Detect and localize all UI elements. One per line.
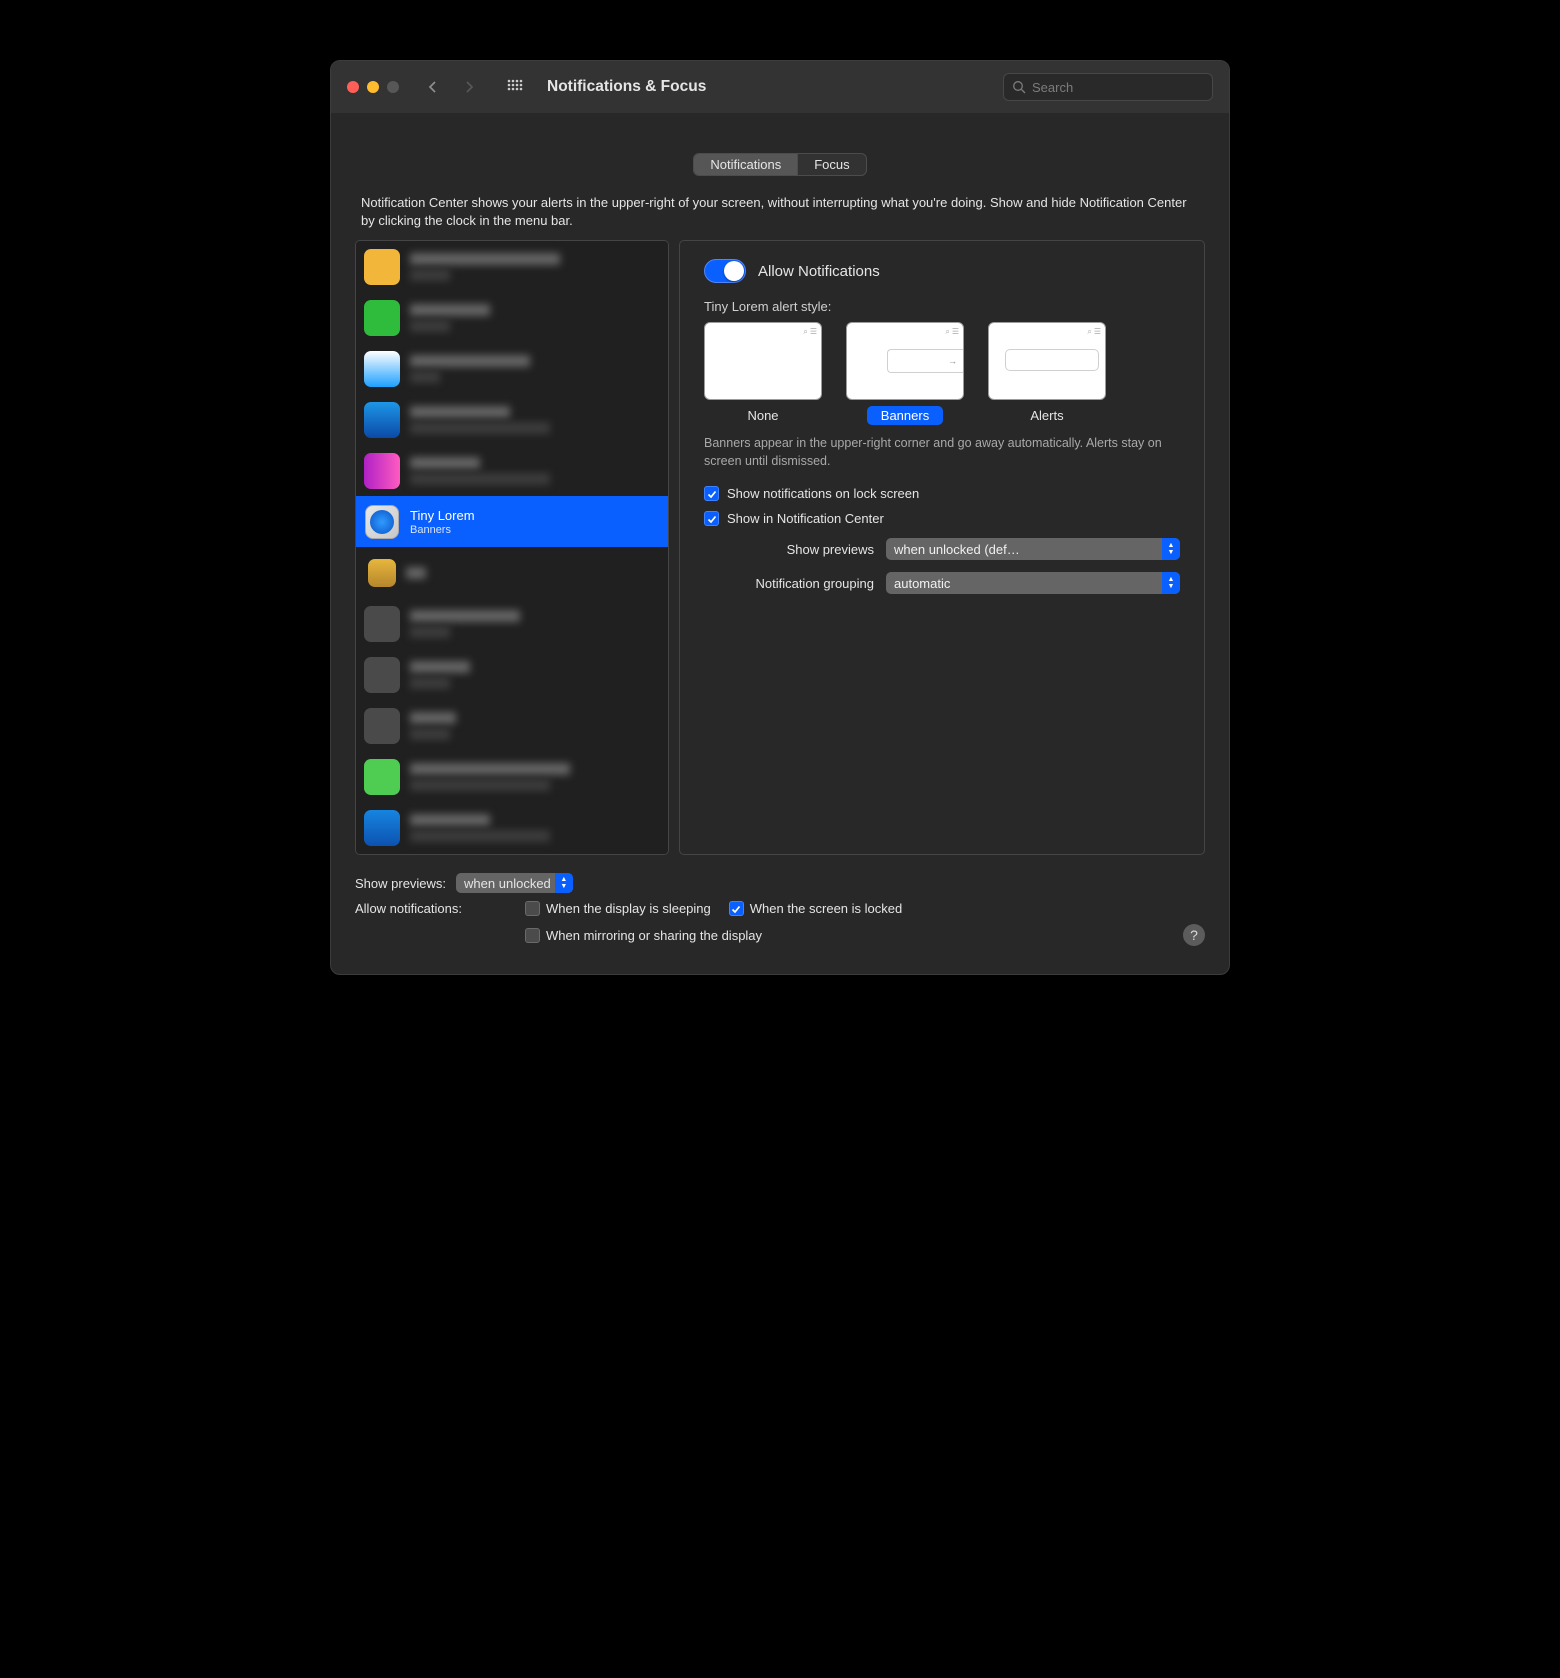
app-icon <box>364 249 400 285</box>
toolbar: Notifications & Focus Search <box>331 61 1229 113</box>
chevron-updown-icon: ▲▼ <box>1165 572 1177 594</box>
window-controls <box>347 81 399 93</box>
allow-notifications-toggle[interactable] <box>704 259 746 283</box>
app-icon <box>364 708 400 744</box>
chevron-updown-icon: ▲▼ <box>558 873 570 893</box>
selected-app-name: Tiny Lorem <box>410 508 475 523</box>
list-item[interactable] <box>356 445 668 496</box>
preferences-window: Notifications & Focus Search Notificatio… <box>330 60 1230 975</box>
allow-notifications-label: Allow Notifications <box>758 263 880 280</box>
list-item[interactable] <box>356 343 668 394</box>
help-button[interactable]: ? <box>1183 924 1205 946</box>
when-mirroring-checkbox[interactable]: When mirroring or sharing the display <box>525 928 762 943</box>
allow-notifications-when-label: Allow notifications: <box>355 901 515 916</box>
show-all-button[interactable] <box>501 73 529 101</box>
notification-grouping-label: Notification grouping <box>704 576 874 591</box>
list-item[interactable] <box>356 598 668 649</box>
detail-panel: Allow Notifications Tiny Lorem alert sty… <box>679 240 1205 855</box>
app-icon <box>364 300 400 336</box>
app-icon <box>364 810 400 846</box>
content: Notifications Focus Notification Center … <box>331 113 1229 974</box>
list-item[interactable] <box>356 394 668 445</box>
show-previews-label: Show previews <box>704 542 874 557</box>
list-item[interactable] <box>356 241 668 292</box>
forward-button[interactable] <box>455 73 483 101</box>
segmented-tabs: Notifications Focus <box>355 153 1205 176</box>
intro-text: Notification Center shows your alerts in… <box>355 194 1205 230</box>
when-screen-locked-checkbox[interactable]: When the screen is locked <box>729 901 902 916</box>
close-window-button[interactable] <box>347 81 359 93</box>
window-title: Notifications & Focus <box>547 78 995 96</box>
app-icon <box>364 351 400 387</box>
zoom-window-button[interactable] <box>387 81 399 93</box>
list-item[interactable] <box>356 649 668 700</box>
app-icon <box>364 759 400 795</box>
alert-style-label: Tiny Lorem alert style: <box>704 299 1180 314</box>
list-item-selected[interactable]: Tiny Lorem Banners <box>356 496 668 547</box>
show-previews-select[interactable]: when unlocked (def… ▲▼ <box>886 538 1180 560</box>
app-icon <box>364 606 400 642</box>
search-icon <box>1012 80 1026 94</box>
app-list[interactable]: Tiny Lorem Banners <box>355 240 669 855</box>
chevron-updown-icon: ▲▼ <box>1165 538 1177 560</box>
list-item[interactable] <box>356 853 668 855</box>
back-button[interactable] <box>419 73 447 101</box>
tab-notifications[interactable]: Notifications <box>694 154 798 175</box>
alert-style-none[interactable]: ⌕☰ None <box>704 322 822 425</box>
search-placeholder: Search <box>1032 80 1073 95</box>
alert-style-alerts[interactable]: ⌕☰ Alerts <box>988 322 1106 425</box>
alert-style-description: Banners appear in the upper-right corner… <box>704 435 1180 470</box>
global-settings: Show previews: when unlocked ▲▼ Allow no… <box>355 873 1205 946</box>
global-show-previews-select[interactable]: when unlocked ▲▼ <box>456 873 573 893</box>
list-item[interactable] <box>356 547 668 598</box>
minimize-window-button[interactable] <box>367 81 379 93</box>
list-item[interactable] <box>356 802 668 853</box>
notification-grouping-select[interactable]: automatic ▲▼ <box>886 572 1180 594</box>
app-icon <box>364 657 400 693</box>
app-icon <box>364 504 400 540</box>
search-field[interactable]: Search <box>1003 73 1213 101</box>
show-on-lock-screen-checkbox[interactable]: Show notifications on lock screen <box>704 486 1180 501</box>
list-item[interactable] <box>356 700 668 751</box>
global-show-previews-label: Show previews: <box>355 876 446 891</box>
list-item[interactable] <box>356 751 668 802</box>
app-icon <box>368 559 396 587</box>
show-in-notification-center-checkbox[interactable]: Show in Notification Center <box>704 511 1180 526</box>
alert-style-banners[interactable]: ⌕☰→ Banners <box>846 322 964 425</box>
app-icon <box>364 402 400 438</box>
selected-app-subtitle: Banners <box>410 524 475 536</box>
list-item[interactable] <box>356 292 668 343</box>
tab-focus[interactable]: Focus <box>798 154 865 175</box>
app-icon <box>364 453 400 489</box>
when-display-sleeping-checkbox[interactable]: When the display is sleeping <box>525 901 711 916</box>
